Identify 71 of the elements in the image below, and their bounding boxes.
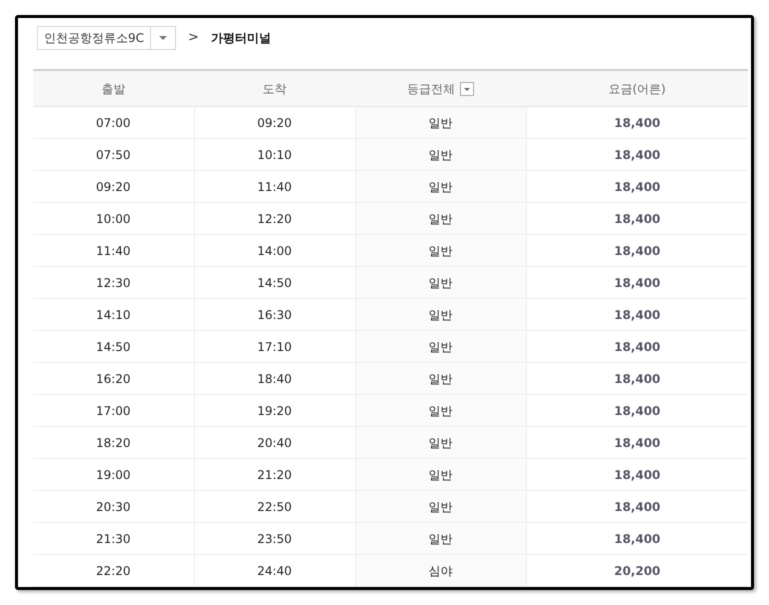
- bus-grade: 일반: [428, 468, 452, 482]
- bus-grade: 심야: [428, 564, 452, 578]
- fare-amount: 18,400: [614, 340, 660, 354]
- departure-time: 07:50: [96, 148, 131, 162]
- fare-amount: 18,400: [614, 244, 660, 258]
- arrival-time: 10:10: [257, 148, 292, 162]
- arrival-time: 19:20: [257, 404, 292, 418]
- fare-amount: 18,400: [614, 500, 660, 514]
- arrival-time: 09:20: [257, 116, 292, 130]
- column-header: 요금(어른): [608, 81, 666, 98]
- arrival-time: 23:50: [257, 532, 292, 546]
- departure-time: 09:20: [96, 180, 131, 194]
- fare-amount: 18,400: [614, 212, 660, 226]
- arrival-time: 16:30: [257, 308, 292, 322]
- departure-time: 18:20: [96, 436, 131, 450]
- bus-grade: 일반: [428, 116, 452, 130]
- departure-time: 10:00: [96, 212, 131, 226]
- bus-grade: 일반: [428, 500, 452, 514]
- arrival-time: 24:40: [257, 564, 292, 578]
- departure-time: 22:20: [96, 564, 131, 578]
- arrival-time: 14:50: [257, 276, 292, 290]
- bus-grade: 일반: [428, 404, 452, 418]
- departure-time: 14:10: [96, 308, 131, 322]
- fare-amount: 18,400: [614, 180, 660, 194]
- bus-grade: 일반: [428, 308, 452, 322]
- arrival-time: 21:20: [257, 468, 292, 482]
- departure-time: 19:00: [96, 468, 131, 482]
- bus-grade: 일반: [428, 148, 452, 162]
- arrival-time: 22:50: [257, 500, 292, 514]
- bus-grade: 일반: [428, 276, 452, 290]
- departure-time: 14:50: [96, 340, 131, 354]
- bus-grade: 일반: [428, 436, 452, 450]
- arrival-time: 11:40: [257, 180, 292, 194]
- caret-down-icon: [159, 36, 168, 40]
- fare-amount: 18,400: [614, 308, 660, 322]
- arrival-time: 14:00: [257, 244, 292, 258]
- fare-amount: 18,400: [614, 532, 660, 546]
- arrival-time: 18:40: [257, 372, 292, 386]
- fare-amount: 18,400: [614, 436, 660, 450]
- chevron-separator: >: [188, 29, 199, 48]
- departure-time: 21:30: [96, 532, 131, 546]
- column-header: 도착: [262, 81, 286, 98]
- fare-amount: 18,400: [614, 404, 660, 418]
- bus-grade: 일반: [428, 244, 452, 258]
- filter-dropdown-button[interactable]: [460, 82, 474, 96]
- arrival-time: 17:10: [257, 340, 292, 354]
- fare-amount: 18,400: [614, 116, 660, 130]
- fare-amount: 18,400: [614, 148, 660, 162]
- fare-amount: 18,400: [614, 468, 660, 482]
- bus-grade: 일반: [428, 180, 452, 194]
- departure-time: 11:40: [96, 244, 131, 258]
- departure-time: 07:00: [96, 116, 131, 130]
- fare-amount: 18,400: [614, 372, 660, 386]
- arrival-time: 20:40: [257, 436, 292, 450]
- origin-value: 인천공항정류소9C: [43, 30, 146, 47]
- departure-time: 16:20: [96, 372, 131, 386]
- departure-time: 12:30: [96, 276, 131, 290]
- departure-time: 17:00: [96, 404, 131, 418]
- bus-grade: 일반: [428, 372, 452, 386]
- destination-name: 가평터미널: [210, 30, 271, 47]
- fare-amount: 20,200: [614, 564, 660, 578]
- column-header: 출발: [102, 81, 126, 98]
- caret-down-icon: [464, 88, 470, 91]
- bus-grade: 일반: [428, 532, 452, 546]
- arrival-time: 12:20: [257, 212, 292, 226]
- bus-grade: 일반: [428, 340, 452, 354]
- fare-amount: 18,400: [614, 276, 660, 290]
- column-header: 등급전체: [407, 81, 455, 98]
- origin-dropdown[interactable]: 인천공항정류소9C: [37, 26, 176, 50]
- bus-grade: 일반: [428, 212, 452, 226]
- departure-time: 20:30: [96, 500, 131, 514]
